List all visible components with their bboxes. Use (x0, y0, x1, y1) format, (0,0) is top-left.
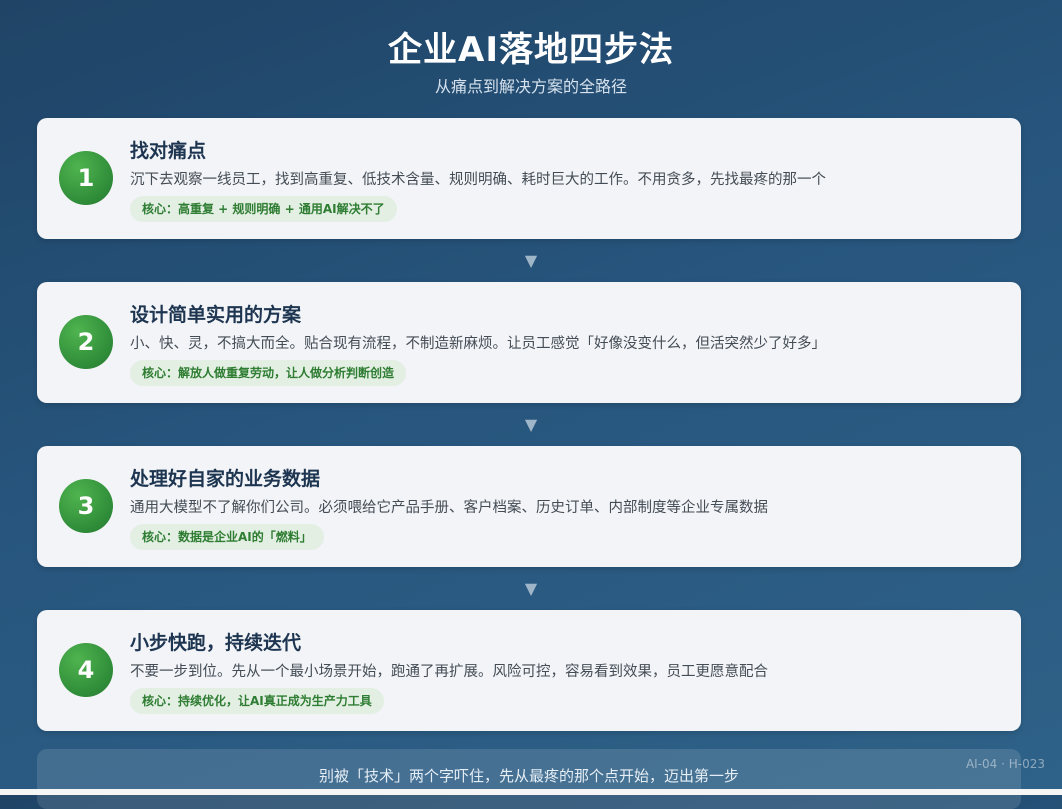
footer-callout: 别被「技术」两个字吓住，先从最疼的那个点开始，迈出第一步 (37, 749, 1021, 809)
step-title: 处理好自家的业务数据 (130, 468, 321, 490)
step-core-tag: 核心：解放人做重复劳动，让人做分析判断创造 (130, 360, 407, 386)
step-number-badge: 3 (59, 479, 113, 533)
footer-text: 别被「技术」两个字吓住，先从最疼的那个点开始，迈出第一步 (318, 767, 739, 785)
step-description: 沉下去观察一线员工，找到高重复、低技术含量、规则明确、耗时巨大的工作。不用贪多，… (130, 172, 826, 188)
step-core-tag: 核心：数据是企业AI的「燃料」 (130, 524, 324, 550)
down-arrow-icon: ▼ (524, 579, 538, 598)
step-core-tag: 核心：持续优化，让AI真正成为生产力工具 (130, 688, 384, 714)
step-description: 通用大模型不了解你们公司。必须喂给它产品手册、客户档案、历史订单、内部制度等企业… (130, 500, 768, 516)
step-title: 设计简单实用的方案 (130, 304, 302, 326)
step-number-badge: 1 (59, 151, 113, 205)
step-core-tag: 核心：高重复 + 规则明确 + 通用AI解决不了 (130, 196, 397, 222)
step-card-4: 4 小步快跑，持续迭代 不要一步到位。先从一个最小场景开始，跑通了再扩展。风险可… (37, 610, 1021, 731)
step-description: 小、快、灵，不搞大而全。贴合现有流程，不制造新麻烦。让员工感觉「好像没变什么，但… (130, 336, 826, 352)
page-title: 企业AI落地四步法 (388, 30, 674, 70)
step-card-2: 2 设计简单实用的方案 小、快、灵，不搞大而全。贴合现有流程，不制造新麻烦。让员… (37, 282, 1021, 403)
step-card-1: 1 找对痛点 沉下去观察一线员工，找到高重复、低技术含量、规则明确、耗时巨大的工… (37, 118, 1021, 239)
step-number-badge: 4 (59, 643, 113, 697)
page-subtitle: 从痛点到解决方案的全路径 (434, 77, 627, 96)
step-card-3: 3 处理好自家的业务数据 通用大模型不了解你们公司。必须喂给它产品手册、客户档案… (37, 446, 1021, 567)
down-arrow-icon: ▼ (524, 415, 538, 434)
step-title: 小步快跑，持续迭代 (130, 632, 302, 654)
step-number-badge: 2 (59, 315, 113, 369)
step-description: 不要一步到位。先从一个最小场景开始，跑通了再扩展。风险可控，容易看到效果，员工更… (130, 664, 768, 680)
watermark: AI-04 · H-023 (965, 757, 1045, 771)
step-title: 找对痛点 (130, 140, 207, 162)
down-arrow-icon: ▼ (524, 251, 538, 270)
bottom-strip (0, 789, 1062, 795)
